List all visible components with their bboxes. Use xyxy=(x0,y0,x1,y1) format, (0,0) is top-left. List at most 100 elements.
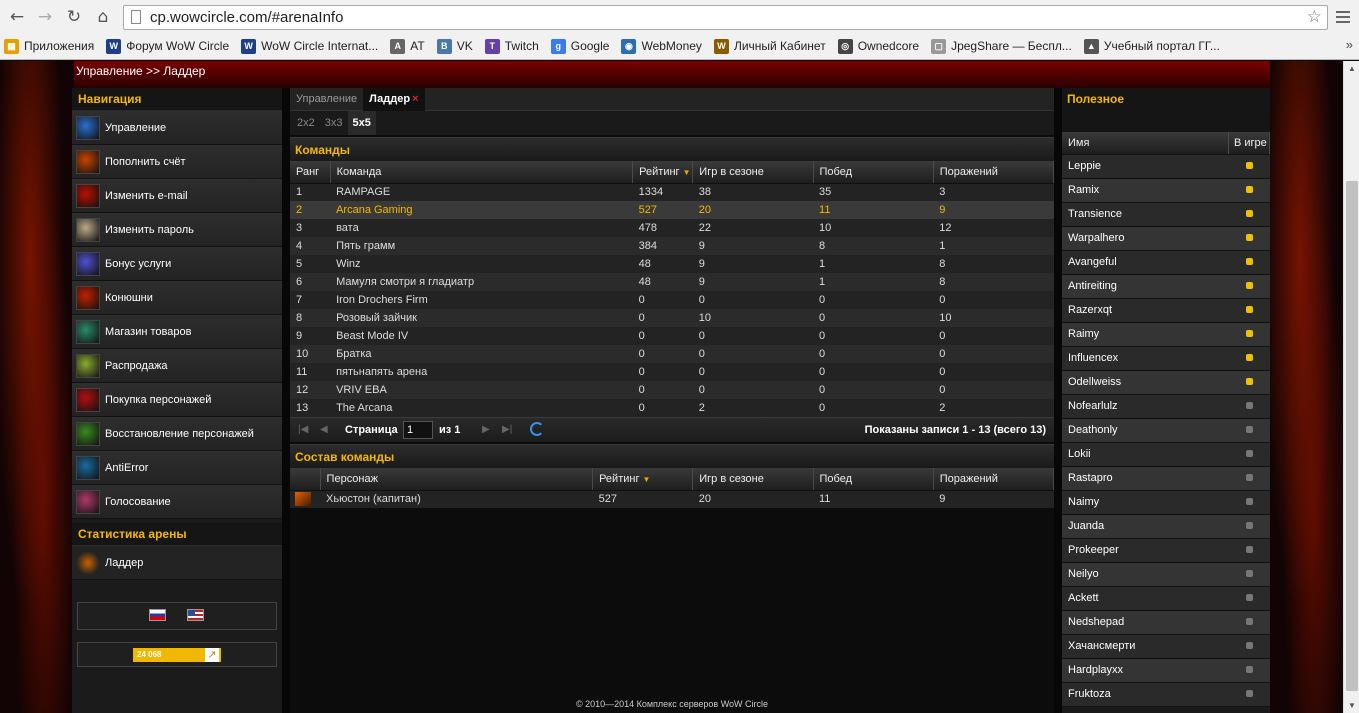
player-row[interactable]: Naimy xyxy=(1062,490,1270,515)
table-row[interactable]: 1 RAMPAGE 1334 38 35 3 xyxy=(290,183,1054,201)
column-header[interactable]: Поражений xyxy=(933,161,1055,184)
table-row[interactable]: 12 VRIV EBA 0 0 0 0 xyxy=(290,381,1054,399)
player-row[interactable]: Juanda xyxy=(1062,514,1270,539)
column-header[interactable]: Ранг xyxy=(290,161,331,184)
table-row[interactable]: 8 Розовый зайчик 0 10 0 10 xyxy=(290,309,1054,327)
player-row[interactable]: Deathonly xyxy=(1062,418,1270,443)
prev-page-icon[interactable]: ◀ xyxy=(320,424,328,435)
player-row[interactable]: Avangeful xyxy=(1062,250,1270,275)
column-header[interactable]: Рейтинг ▼ xyxy=(592,468,694,491)
refresh-icon[interactable] xyxy=(530,422,544,436)
bracket-tab[interactable]: 2x2 xyxy=(292,111,320,135)
bookmark-item[interactable]: W Личный Кабинет xyxy=(713,38,826,54)
column-header[interactable]: Побед xyxy=(813,468,934,491)
close-tab-icon[interactable]: × xyxy=(412,93,418,105)
page-scrollbar[interactable]: ▲ ▼ xyxy=(1343,61,1359,713)
bookmark-item[interactable]: ▲ Учебный портал ГГ... xyxy=(1083,38,1220,54)
scroll-down-icon[interactable]: ▼ xyxy=(1348,701,1356,710)
table-row[interactable]: 9 Beast Mode IV 0 0 0 0 xyxy=(290,327,1054,345)
player-row[interactable]: Leppie xyxy=(1062,154,1270,179)
bookmark-item[interactable]: g Google xyxy=(550,38,609,54)
flag-us-icon[interactable] xyxy=(187,609,204,621)
column-header[interactable]: Рейтинг ▼ xyxy=(632,161,694,184)
player-row[interactable]: Razerxqt xyxy=(1062,298,1270,323)
player-row[interactable]: Antireiting xyxy=(1062,274,1270,299)
table-row[interactable]: 10 Братка 0 0 0 0 xyxy=(290,345,1054,363)
player-row[interactable]: Raimy xyxy=(1062,322,1270,347)
table-row[interactable]: 6 Мамуля смотри я гладиатр 48 9 1 8 xyxy=(290,273,1054,291)
column-header[interactable]: Персонаж xyxy=(320,468,594,491)
nav-item[interactable]: Голосование xyxy=(72,485,282,519)
player-row[interactable]: Nofearlulz xyxy=(1062,394,1270,419)
first-page-icon[interactable]: |◀ xyxy=(298,424,308,435)
player-row[interactable]: Rastapro xyxy=(1062,466,1270,491)
bookmark-item[interactable]: A AT xyxy=(390,38,425,54)
nav-item[interactable]: Магазин товаров xyxy=(72,315,282,349)
player-row[interactable]: Odellweiss xyxy=(1062,370,1270,395)
table-row[interactable]: 5 Winz 48 9 1 8 xyxy=(290,255,1054,273)
nav-item[interactable]: Распродажа xyxy=(72,349,282,383)
player-row[interactable]: Prokeeper xyxy=(1062,538,1270,563)
arena-nav-item[interactable]: Ладдер xyxy=(72,546,282,580)
table-row[interactable]: 3 вата 478 22 10 12 xyxy=(290,219,1054,237)
online-column-header[interactable]: В игре xyxy=(1228,132,1270,155)
player-row[interactable]: Nedshepad xyxy=(1062,610,1270,635)
home-icon[interactable]: ⌂ xyxy=(92,6,114,28)
back-icon[interactable]: ← xyxy=(6,6,28,28)
tab-item[interactable]: Ладдер × xyxy=(363,88,425,111)
page-input[interactable] xyxy=(403,421,433,439)
table-row[interactable]: 7 Iron Drochers Firm 0 0 0 0 xyxy=(290,291,1054,309)
bookmark-item[interactable]: T Twitch xyxy=(484,38,539,54)
nav-item[interactable]: Восстановление персонажей xyxy=(72,417,282,451)
nav-item[interactable]: Покупка персонажей xyxy=(72,383,282,417)
player-row[interactable]: Neilyo xyxy=(1062,562,1270,587)
bookmark-item[interactable]: ▦ Приложения xyxy=(4,38,94,54)
player-row[interactable]: Хачансмерти xyxy=(1062,634,1270,659)
last-page-icon[interactable]: ▶| xyxy=(502,424,512,435)
table-row[interactable]: 13 The Arcana 0 2 0 2 xyxy=(290,399,1054,417)
player-row[interactable]: Transience xyxy=(1062,202,1270,227)
bookmark-item[interactable]: W Форум WoW Circle xyxy=(106,38,229,54)
bookmark-star-icon[interactable]: ☆ xyxy=(1307,7,1322,27)
bracket-tab[interactable]: 5x5 xyxy=(347,111,376,135)
bracket-tab[interactable]: 3x3 xyxy=(320,111,348,135)
address-bar[interactable]: cp.wowcircle.com/#arenaInfo ☆ xyxy=(123,5,1328,30)
scroll-up-icon[interactable]: ▲ xyxy=(1348,64,1356,73)
column-header[interactable]: Поражений xyxy=(933,468,1055,491)
flag-ru-icon[interactable] xyxy=(149,609,166,621)
bookmarks-more-button[interactable]: » xyxy=(1346,37,1353,52)
column-header[interactable]: Команда xyxy=(330,161,634,184)
table-row[interactable]: 2 Arcana Gaming 527 20 11 9 xyxy=(290,201,1054,219)
visit-counter[interactable]: 24 068 ↗ xyxy=(133,648,221,662)
nav-item[interactable]: Управление xyxy=(72,111,282,145)
nav-item[interactable]: Изменить пароль xyxy=(72,213,282,247)
forward-icon[interactable]: → xyxy=(34,6,56,28)
scrollbar-thumb[interactable] xyxy=(1346,181,1358,691)
column-header[interactable]: Игр в сезоне xyxy=(692,468,814,491)
name-column-header[interactable]: Имя xyxy=(1062,132,1229,155)
next-page-icon[interactable]: ▶ xyxy=(482,424,490,435)
column-header[interactable]: Побед xyxy=(813,161,934,184)
bookmark-item[interactable]: ◎ Ownedcore xyxy=(837,38,919,54)
table-row[interactable]: 11 пятьнапять арена 0 0 0 0 xyxy=(290,363,1054,381)
nav-item[interactable]: AntiError xyxy=(72,451,282,485)
bookmark-item[interactable]: ▢ JpegShare — Беспл... xyxy=(931,38,1072,54)
player-row[interactable]: Ramix xyxy=(1062,178,1270,203)
nav-item[interactable]: Изменить e-mail xyxy=(72,179,282,213)
tab-item[interactable]: Управление xyxy=(290,88,363,111)
player-row[interactable]: Influencex xyxy=(1062,346,1270,371)
bookmark-item[interactable]: B VK xyxy=(436,38,473,54)
roster-row[interactable]: Хьюстон (капитан) 527 20 11 9 xyxy=(290,490,1054,508)
reload-icon[interactable]: ↻ xyxy=(63,6,85,28)
player-row[interactable]: Ackett xyxy=(1062,586,1270,611)
menu-icon[interactable] xyxy=(1334,8,1352,26)
nav-item[interactable]: Бонус услуги xyxy=(72,247,282,281)
table-row[interactable]: 4 Пять грамм 384 9 8 1 xyxy=(290,237,1054,255)
nav-item[interactable]: Конюшни xyxy=(72,281,282,315)
player-row[interactable]: Hardplayxx xyxy=(1062,658,1270,683)
player-row[interactable]: Warpalhero xyxy=(1062,226,1270,251)
nav-item[interactable]: Пополнить счёт xyxy=(72,145,282,179)
player-row[interactable]: Lokii xyxy=(1062,442,1270,467)
column-header[interactable]: Игр в сезоне xyxy=(692,161,814,184)
bookmark-item[interactable]: W WoW Circle Internat... xyxy=(241,38,378,54)
